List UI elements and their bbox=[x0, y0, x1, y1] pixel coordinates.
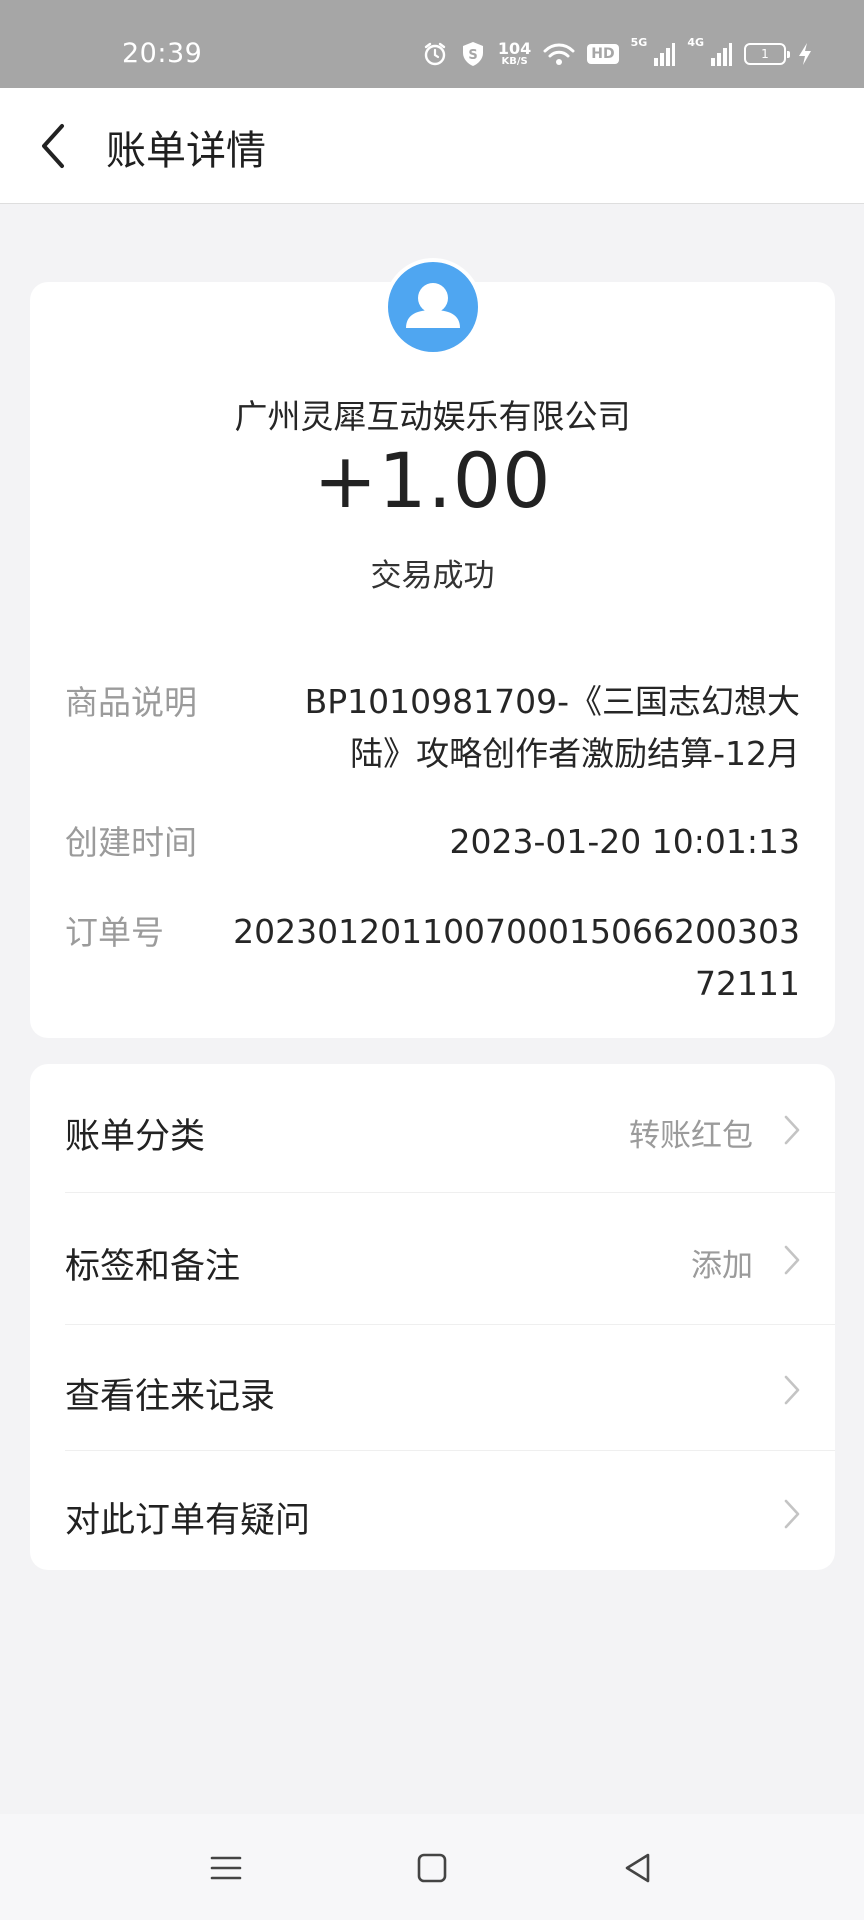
menu-item-label: 对此订单有疑问 bbox=[65, 1501, 311, 1541]
chevron-right-icon bbox=[784, 1375, 800, 1405]
net-speed: 104 KB/S bbox=[498, 41, 531, 67]
status-icons: S 104 KB/S HD 5G 4G 1 bbox=[422, 36, 812, 72]
svg-text:S: S bbox=[468, 48, 477, 63]
divider bbox=[65, 1192, 835, 1193]
back-icon[interactable] bbox=[618, 1848, 658, 1888]
charging-icon bbox=[799, 43, 811, 65]
net-speed-value: 104 bbox=[497, 39, 532, 58]
menu-item-value: 添加 bbox=[691, 1248, 753, 1284]
options-menu: 账单分类 转账红包 标签和备注 添加 查看往来记录 对此订单有疑问 bbox=[30, 1064, 835, 1570]
created-time-value: 2023-01-20 10:01:13 bbox=[449, 822, 800, 861]
menu-item-tags-notes[interactable]: 标签和备注 添加 bbox=[30, 1194, 835, 1322]
menu-item-label: 查看往来记录 bbox=[65, 1377, 276, 1417]
menu-item-label: 标签和备注 bbox=[65, 1247, 241, 1287]
alarm-icon bbox=[424, 42, 446, 66]
hd-badge: HD bbox=[587, 44, 619, 64]
order-number-value: 20230120110070001506620030372111 bbox=[233, 912, 800, 1003]
description-label: 商品说明 bbox=[65, 683, 197, 722]
created-time-label: 创建时间 bbox=[65, 823, 197, 862]
menu-item-view-history[interactable]: 查看往来记录 bbox=[30, 1324, 835, 1452]
header: 账单详情 bbox=[0, 88, 864, 204]
status-bar: 20:39 S 104 KB/S HD 5G 4G 1 bbox=[0, 0, 864, 88]
wifi-icon bbox=[543, 43, 575, 65]
menu-item-bill-category[interactable]: 账单分类 转账红包 bbox=[30, 1064, 835, 1192]
chevron-right-icon bbox=[784, 1499, 800, 1529]
signal-icon bbox=[711, 43, 732, 66]
description-value: BP1010981709-《三国志幻想大陆》攻略创作者激励结算-12月 bbox=[304, 682, 800, 773]
status-time: 20:39 bbox=[122, 38, 203, 69]
signal-label-4g: 4G bbox=[687, 36, 704, 49]
menu-icon[interactable] bbox=[206, 1848, 246, 1888]
chevron-left-icon[interactable] bbox=[34, 120, 74, 172]
shield-icon: S bbox=[462, 42, 483, 66]
battery-icon: 1 bbox=[744, 43, 790, 65]
system-nav-bar bbox=[0, 1814, 864, 1920]
transaction-status: 交易成功 bbox=[370, 558, 495, 594]
order-number-label: 订单号 bbox=[65, 913, 164, 952]
chevron-right-icon bbox=[784, 1245, 800, 1275]
page-title: 账单详情 bbox=[106, 128, 266, 174]
chevron-right-icon bbox=[784, 1115, 800, 1145]
signal-icon bbox=[654, 43, 676, 66]
net-speed-unit: KB/S bbox=[501, 56, 528, 67]
user-icon bbox=[384, 258, 482, 356]
menu-item-order-question[interactable]: 对此订单有疑问 bbox=[30, 1448, 835, 1570]
merchant-name: 广州灵犀互动娱乐有限公司 bbox=[234, 397, 631, 436]
menu-item-label: 账单分类 bbox=[65, 1117, 206, 1157]
signal-label-5g: 5G bbox=[630, 36, 648, 49]
battery-level: 1 bbox=[761, 47, 769, 61]
home-icon[interactable] bbox=[412, 1848, 452, 1888]
menu-item-value: 转账红包 bbox=[629, 1118, 753, 1154]
transaction-amount: +1.00 bbox=[313, 436, 552, 525]
